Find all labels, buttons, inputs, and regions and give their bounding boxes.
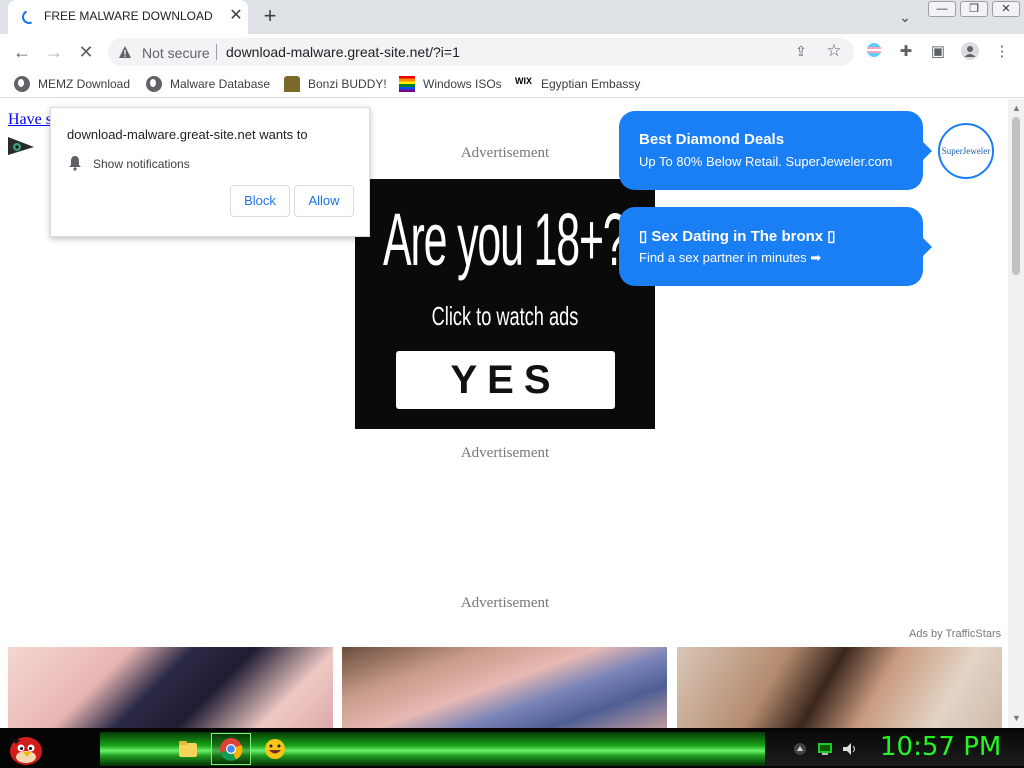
globe-icon — [146, 76, 162, 92]
tray-network-icon[interactable] — [792, 742, 808, 756]
bookmark-label: Bonzi BUDDY! — [308, 77, 387, 91]
forward-arrow-icon[interactable]: → — [42, 40, 66, 64]
block-button[interactable]: Block — [230, 185, 290, 217]
toolbar: ← → ✕ Not secure download-malware.great-… — [0, 34, 1024, 70]
warning-triangle-icon[interactable] — [118, 45, 132, 59]
bookmark-label: Malware Database — [170, 77, 271, 91]
globe-icon — [14, 76, 30, 92]
ad-headline: Are you 18+? — [383, 198, 627, 281]
allow-button[interactable]: Allow — [294, 185, 354, 217]
tab-active[interactable]: FREE MALWARE DOWNLOAD ✕ — [8, 0, 248, 34]
taskbar: 10:57 PM — [0, 728, 1024, 768]
browser-window: FREE MALWARE DOWNLOAD ✕ + ⌄ — ❐ ✕ ← → ✕ … — [0, 0, 1024, 728]
smiley-messenger-icon[interactable] — [262, 736, 288, 762]
side-panel-icon[interactable]: ▣ — [928, 42, 948, 62]
bookmark-bonzi-buddy[interactable]: Bonzi BUDDY! — [284, 75, 387, 93]
ad-thumbnail[interactable] — [8, 647, 333, 728]
loading-spinner-icon — [20, 8, 38, 26]
trans-flag-extension-icon[interactable] — [864, 42, 884, 62]
profile-avatar-icon[interactable] — [960, 42, 980, 62]
ads-by-label[interactable]: Ads by TrafficStars — [909, 628, 1001, 640]
share-icon[interactable]: ⇪ — [792, 43, 810, 61]
chrome-icon[interactable] — [218, 736, 244, 762]
taskbar-clock[interactable]: 10:57 PM — [880, 732, 1001, 762]
bookmark-memz[interactable]: MEMZ Download — [14, 75, 130, 93]
notification-permission-popup: download-malware.great-site.net wants to… — [50, 107, 370, 237]
address-bar[interactable]: Not secure download-malware.great-site.n… — [108, 38, 854, 66]
close-window-button[interactable]: ✕ — [992, 1, 1020, 17]
bell-icon — [69, 156, 81, 171]
back-arrow-icon[interactable]: ← — [10, 40, 34, 64]
eye-icon — [8, 137, 34, 155]
promo-title: ▯ Sex Dating in The bronx ▯ — [639, 228, 836, 245]
window-controls: — ❐ ✕ — [928, 1, 1022, 17]
menu-kebab-icon[interactable]: ⋮ — [992, 42, 1012, 62]
tray-volume-icon[interactable] — [842, 742, 858, 756]
rainbow-flag-icon — [399, 76, 415, 92]
dating-promo[interactable]: ▯ Sex Dating in The bronx ▯ Find a sex p… — [619, 207, 932, 286]
extensions-puzzle-icon[interactable]: ✚ — [896, 42, 916, 62]
maximize-button[interactable]: ❐ — [960, 1, 988, 17]
ad-thumbnail[interactable] — [342, 647, 667, 728]
tray-monitor-icon[interactable] — [817, 742, 833, 756]
advertisement-label: Advertisement — [460, 595, 550, 611]
page-scrollbar[interactable]: ▲ ▼ — [1008, 99, 1024, 728]
bookmark-windows-isos[interactable]: Windows ISOs — [399, 75, 502, 93]
permission-text: Show notifications — [93, 157, 190, 171]
minimize-button[interactable]: — — [928, 1, 956, 17]
tab-strip: FREE MALWARE DOWNLOAD ✕ + ⌄ — ❐ ✕ — [0, 0, 1024, 34]
bookmark-star-icon[interactable]: ☆ — [824, 41, 844, 61]
ad-yes-button[interactable]: YES — [396, 351, 615, 409]
bookmark-label: Egyptian Embassy — [541, 77, 641, 91]
wix-icon: WIX — [515, 76, 532, 86]
permission-title: download-malware.great-site.net wants to — [67, 127, 308, 142]
tab-close-icon[interactable]: ✕ — [226, 6, 246, 26]
security-status-label[interactable]: Not secure — [142, 45, 210, 61]
promo-text: Find a sex partner in minutes ➡ — [639, 250, 822, 265]
omnibox-divider — [216, 44, 217, 60]
advertisement-label: Advertisement — [460, 445, 550, 461]
promo-text: Up To 80% Below Retail. SuperJeweler.com — [639, 154, 893, 169]
new-tab-button[interactable]: + — [258, 5, 282, 29]
angry-bird-start-icon[interactable] — [6, 730, 46, 766]
diamond-deals-promo[interactable]: Best Diamond Deals Up To 80% Below Retai… — [619, 111, 932, 190]
ad-subtext: Click to watch ads — [431, 301, 579, 331]
bookmark-malware-database[interactable]: Malware Database — [146, 75, 270, 93]
ad-thumbnail[interactable] — [677, 647, 1002, 728]
promo-title: Best Diamond Deals — [639, 131, 785, 148]
bookmark-egyptian-embassy[interactable]: WIX Egyptian Embassy — [515, 75, 640, 93]
bookmark-label: MEMZ Download — [38, 77, 131, 91]
scroll-down-arrow-icon[interactable]: ▼ — [1012, 713, 1021, 723]
scroll-thumb[interactable] — [1012, 117, 1020, 275]
tab-search-chevron-icon[interactable]: ⌄ — [894, 6, 916, 28]
superjeweler-logo[interactable]: SuperJeweler — [938, 123, 994, 179]
bonzi-icon — [284, 76, 300, 92]
bookmark-label: Windows ISOs — [423, 77, 502, 91]
scroll-up-arrow-icon[interactable]: ▲ — [1012, 103, 1021, 113]
url-text[interactable]: download-malware.great-site.net/?i=1 — [226, 44, 460, 60]
age-ad-banner[interactable]: Are you 18+? Click to watch ads YES — [355, 179, 655, 429]
folder-icon[interactable] — [175, 736, 201, 762]
stop-loading-icon[interactable]: ✕ — [74, 40, 98, 64]
tab-title: FREE MALWARE DOWNLOAD — [44, 9, 213, 23]
advertisement-label: Advertisement — [460, 145, 550, 161]
bookmarks-bar: MEMZ Download Malware Database Bonzi BUD… — [0, 70, 1024, 98]
